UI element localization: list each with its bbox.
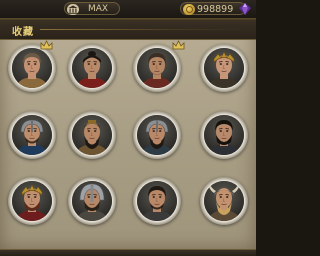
gold-counter[interactable]: 998899 — [180, 2, 246, 15]
hero-face-image — [12, 48, 52, 88]
hero-face-image — [137, 181, 177, 221]
capacity-label: MAX — [87, 4, 109, 14]
hero-portrait[interactable] — [68, 111, 116, 159]
hero-portrait[interactable] — [8, 177, 56, 225]
hero-portrait[interactable] — [68, 177, 116, 225]
header-divider — [40, 29, 250, 30]
gold-coin-icon — [183, 4, 195, 15]
hero-portrait[interactable] — [200, 111, 248, 159]
hero-face-image — [137, 115, 177, 155]
gold-amount: 998899 — [197, 4, 234, 15]
hero-face-image — [204, 48, 244, 88]
hero-portrait[interactable] — [8, 111, 56, 159]
hero-portrait[interactable] — [133, 111, 181, 159]
hero-portrait[interactable] — [68, 44, 116, 92]
hero-face-image — [204, 115, 244, 155]
panel-title: 收藏 — [12, 27, 34, 38]
hero-portrait[interactable] — [200, 44, 248, 92]
panel-header: 收藏 — [0, 20, 256, 40]
bottom-frame — [0, 249, 256, 256]
favorite-crown-icon — [40, 40, 53, 50]
hero-portrait[interactable] — [8, 44, 56, 92]
hero-face-image — [12, 181, 52, 221]
capacity-counter[interactable]: MAX — [64, 2, 120, 15]
hero-portrait[interactable] — [133, 177, 181, 225]
hero-face-image — [72, 48, 112, 88]
purple-crystal-icon[interactable] — [238, 3, 252, 15]
hero-portrait[interactable] — [200, 177, 248, 225]
hero-face-image — [204, 181, 244, 221]
collection-screen: MAX 998899 收藏 — [0, 0, 256, 256]
top-resource-bar: MAX 998899 — [0, 0, 256, 19]
hero-face-image — [12, 115, 52, 155]
hero-face-image — [72, 115, 112, 155]
hero-face-image — [137, 48, 177, 88]
hero-face-image — [72, 181, 112, 221]
hero-portrait[interactable] — [133, 44, 181, 92]
temple-icon — [67, 4, 79, 15]
favorite-crown-icon — [172, 40, 185, 50]
